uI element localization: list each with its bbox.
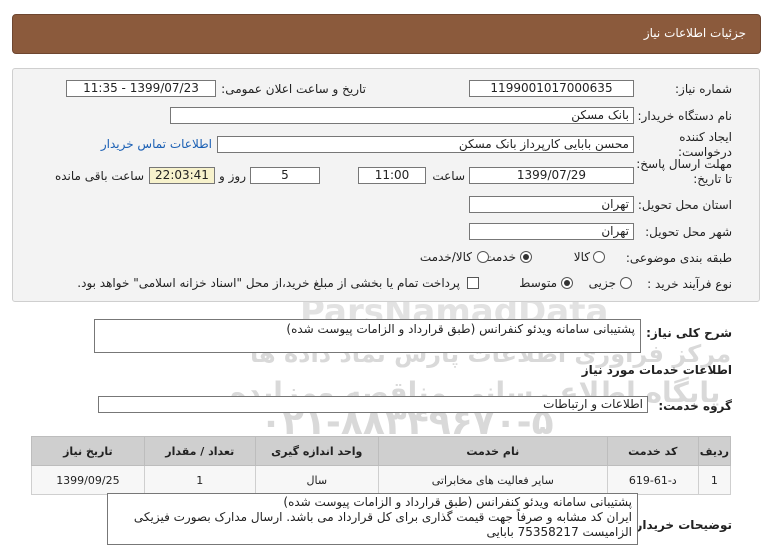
summary-field[interactable]: پشتیبانی سامانه ویدئو کنفرانس (طبق قرارد… <box>94 319 641 353</box>
category-option-both: کالا/خدمت <box>419 250 472 264</box>
service-group-field[interactable]: اطلاعات و ارتباطات <box>98 396 648 413</box>
deadline-date-field[interactable]: 1399/07/29 <box>469 167 634 184</box>
contact-info-link[interactable]: اطلاعات تماس خریدار <box>101 137 212 151</box>
cell-service-code: د-61-619 <box>606 465 699 495</box>
category-radio-service[interactable] <box>520 251 532 263</box>
buyer-notes-line-1: پشتیبانی سامانه ویدئو کنفرانس (طبق قرارد… <box>283 495 632 509</box>
col-row: ردیف <box>697 436 732 466</box>
buyer-notes-line-2: ایران کد مشابه و صرفاً جهت قیمت گذاری بر… <box>133 510 632 524</box>
announce-label: تاریخ و ساعت اعلان عمومی: <box>221 82 366 96</box>
buyer-org-field[interactable]: بانک مسکن <box>170 107 634 124</box>
services-table: ردیف کد خدمت نام خدمت واحد اندازه گیری ت… <box>31 436 732 495</box>
process-label: نوع فرآیند خرید : <box>647 277 732 291</box>
days-label: روز و <box>219 169 246 183</box>
col-unit: واحد اندازه گیری <box>254 436 379 466</box>
deadline-time-field[interactable]: 11:00 <box>358 167 426 184</box>
province-field[interactable]: تهران <box>469 196 634 213</box>
col-need-date: تاریخ نیاز <box>31 436 145 466</box>
need-number-label: شماره نیاز: <box>675 82 732 96</box>
category-label: طبقه بندی موضوعی: <box>625 251 732 265</box>
col-service-name: نام خدمت <box>377 436 608 466</box>
cell-row: 1 <box>697 465 732 495</box>
service-group-label: گروه خدمت: <box>658 399 732 413</box>
col-service-code: کد خدمت <box>606 436 699 466</box>
cell-unit: سال <box>254 465 379 495</box>
days-field[interactable]: 5 <box>250 167 320 184</box>
page-title: جزئیات اطلاعات نیاز <box>643 26 746 40</box>
creator-field[interactable]: محسن بابایی کارپرداز بانک مسکن <box>217 136 634 153</box>
city-label: شهر محل تحویل: <box>645 225 732 239</box>
table-row: 1 د-61-619 سایر فعالیت های مخابراتی سال … <box>31 465 732 495</box>
table-header-row: ردیف کد خدمت نام خدمت واحد اندازه گیری ت… <box>31 436 732 466</box>
services-section-title: اطلاعات خدمات مورد نیاز <box>581 363 732 377</box>
buyer-notes-label: توضیحات خریدار: <box>630 518 732 532</box>
buyer-notes-line-3: الزامیست 75358217 بابایی <box>486 525 632 539</box>
process-radio-minor[interactable] <box>620 277 632 289</box>
page-header: جزئیات اطلاعات نیاز <box>12 14 761 54</box>
col-quantity: تعداد / مقدار <box>143 436 256 466</box>
summary-label: شرح کلی نیاز: <box>646 326 732 340</box>
cell-service-name: سایر فعالیت های مخابراتی <box>377 465 608 495</box>
category-radio-goods[interactable] <box>593 251 605 263</box>
treasury-checkbox[interactable] <box>467 277 479 289</box>
category-radio-both[interactable] <box>477 251 489 263</box>
remaining-label: ساعت باقی مانده <box>54 169 144 183</box>
treasury-note: پرداخت تمام یا بخشی از مبلغ خرید،از محل … <box>77 276 460 290</box>
need-number-field[interactable]: 1199001017000635 <box>469 80 634 97</box>
announce-field[interactable]: 1399/07/23 - 11:35 <box>66 80 216 97</box>
process-radio-medium[interactable] <box>561 277 573 289</box>
cell-need-date: 1399/09/25 <box>31 465 145 495</box>
deadline-time-label: ساعت <box>432 169 465 183</box>
deadline-label: مهلت ارسال پاسخ: تا تاریخ: <box>636 157 732 186</box>
buyer-org-label: نام دستگاه خریدار: <box>637 109 733 123</box>
creator-label: ایجاد کننده درخواست: <box>678 130 732 159</box>
remaining-time-field: 22:03:41 <box>149 167 215 184</box>
cell-quantity: 1 <box>143 465 256 495</box>
category-option-goods: کالا <box>573 250 590 264</box>
buyer-notes-field[interactable]: پشتیبانی سامانه ویدئو کنفرانس (طبق قرارد… <box>107 493 638 545</box>
province-label: استان محل تحویل: <box>637 198 732 212</box>
process-option-medium: متوسط <box>519 276 557 290</box>
process-option-minor: جزیی <box>588 276 616 290</box>
city-field[interactable]: تهران <box>469 223 634 240</box>
